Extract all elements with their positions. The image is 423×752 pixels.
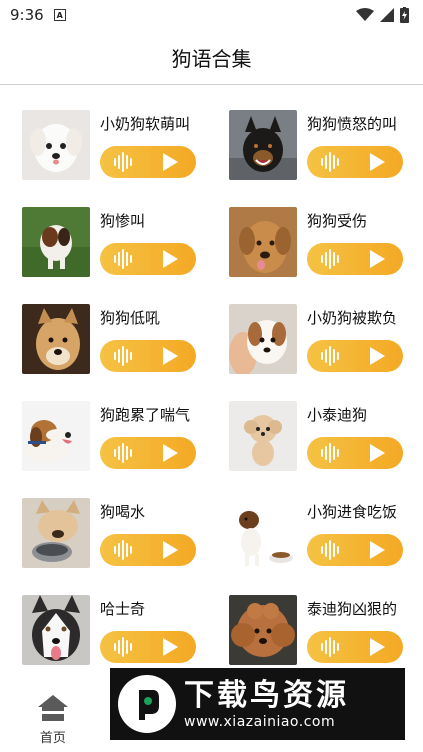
play-icon [370,638,385,656]
play-button[interactable] [100,437,196,469]
play-icon [163,347,178,365]
play-icon [370,153,385,171]
play-icon [370,347,385,365]
sound-wave-icon [321,152,339,172]
play-button[interactable] [307,340,403,372]
play-icon [370,444,385,462]
play-button[interactable] [100,534,196,566]
sound-card[interactable]: 泰迪狗凶狠的 [229,595,423,665]
play-button[interactable] [307,631,403,663]
sound-wave-icon [321,346,339,366]
sound-card[interactable]: 小奶狗软萌叫 [22,110,229,180]
page-title: 狗语合集 [171,46,252,71]
home-icon [37,695,68,721]
dog-photo [22,401,90,471]
sound-name: 小泰迪狗 [307,406,368,424]
sound-card[interactable]: 狗狗低吼 [22,304,229,374]
signal-icon [380,8,394,22]
sound-wave-icon [321,637,339,657]
sound-wave-icon [114,152,132,172]
sound-card[interactable]: 小狗进食吃饭 [229,498,423,568]
dog-photo [22,304,90,374]
play-icon [163,250,178,268]
play-button[interactable] [307,437,403,469]
sound-wave-icon [114,249,132,269]
play-icon [163,638,178,656]
sound-name: 狗喝水 [100,503,146,521]
sound-wave-icon [114,637,132,657]
play-button[interactable] [307,243,403,275]
dog-photo [229,110,297,180]
a-icon: A [53,9,66,21]
dog-photo [22,110,90,180]
dog-photo [229,207,297,277]
watermark-title: 下载鸟资源 [184,678,349,713]
play-icon [370,250,385,268]
play-icon [163,444,178,462]
tab-home[interactable]: 首页 [13,693,93,746]
dog-photo [229,595,297,665]
dog-photo [22,595,90,665]
dog-photo [229,498,297,568]
status-bar: 9:36 A [0,0,423,30]
status-time: 9:36 [10,6,44,24]
play-button[interactable] [307,146,403,178]
dog-photo [229,401,297,471]
play-icon [370,541,385,559]
sound-card[interactable]: 狗惨叫 [22,207,229,277]
sound-card[interactable]: 小奶狗被欺负 [229,304,423,374]
sound-name: 狗狗低吼 [100,309,161,327]
sound-wave-icon [114,443,132,463]
page-title-bar: 狗语合集 [0,30,423,85]
sound-card[interactable]: 狗跑累了喘气 [22,401,229,471]
sound-card[interactable]: 小泰迪狗 [229,401,423,471]
watermark-url: www.xiazainiao.com [184,714,336,730]
dog-photo [22,498,90,568]
dog-photo [229,304,297,374]
play-icon [163,153,178,171]
sound-name: 狗狗受伤 [307,212,368,230]
sound-name: 小奶狗软萌叫 [100,115,191,133]
dog-photo [22,207,90,277]
sound-grid: 小奶狗软萌叫 狗狗愤怒的叫 狗惨叫 狗狗受伤 狗狗低吼 小奶狗被欺负 狗跑累了喘… [0,110,423,665]
wifi-icon [356,8,374,21]
sound-card[interactable]: 狗狗受伤 [229,207,423,277]
watermark-banner: 下载鸟资源 www.xiazainiao.com [110,668,405,740]
sound-name: 小狗进食吃饭 [307,503,398,521]
play-button[interactable] [100,146,196,178]
sound-name: 狗惨叫 [100,212,146,230]
sound-wave-icon [114,346,132,366]
play-button[interactable] [100,243,196,275]
sound-card[interactable]: 狗狗愤怒的叫 [229,110,423,180]
sound-wave-icon [321,249,339,269]
battery-icon [400,7,409,23]
play-icon [163,541,178,559]
sound-wave-icon [321,540,339,560]
bird-logo-icon [118,675,176,733]
sound-card[interactable]: 狗喝水 [22,498,229,568]
sound-name: 小奶狗被欺负 [307,309,398,327]
play-button[interactable] [100,631,196,663]
sound-name: 狗跑累了喘气 [100,406,191,424]
play-button[interactable] [100,340,196,372]
sound-wave-icon [114,540,132,560]
sound-name: 泰迪狗凶狠的 [307,600,398,618]
play-button[interactable] [307,534,403,566]
sound-name: 哈士奇 [100,600,146,618]
sound-card[interactable]: 哈士奇 [22,595,229,665]
sound-wave-icon [321,443,339,463]
tab-home-label: 首页 [39,731,66,746]
sound-name: 狗狗愤怒的叫 [307,115,398,133]
